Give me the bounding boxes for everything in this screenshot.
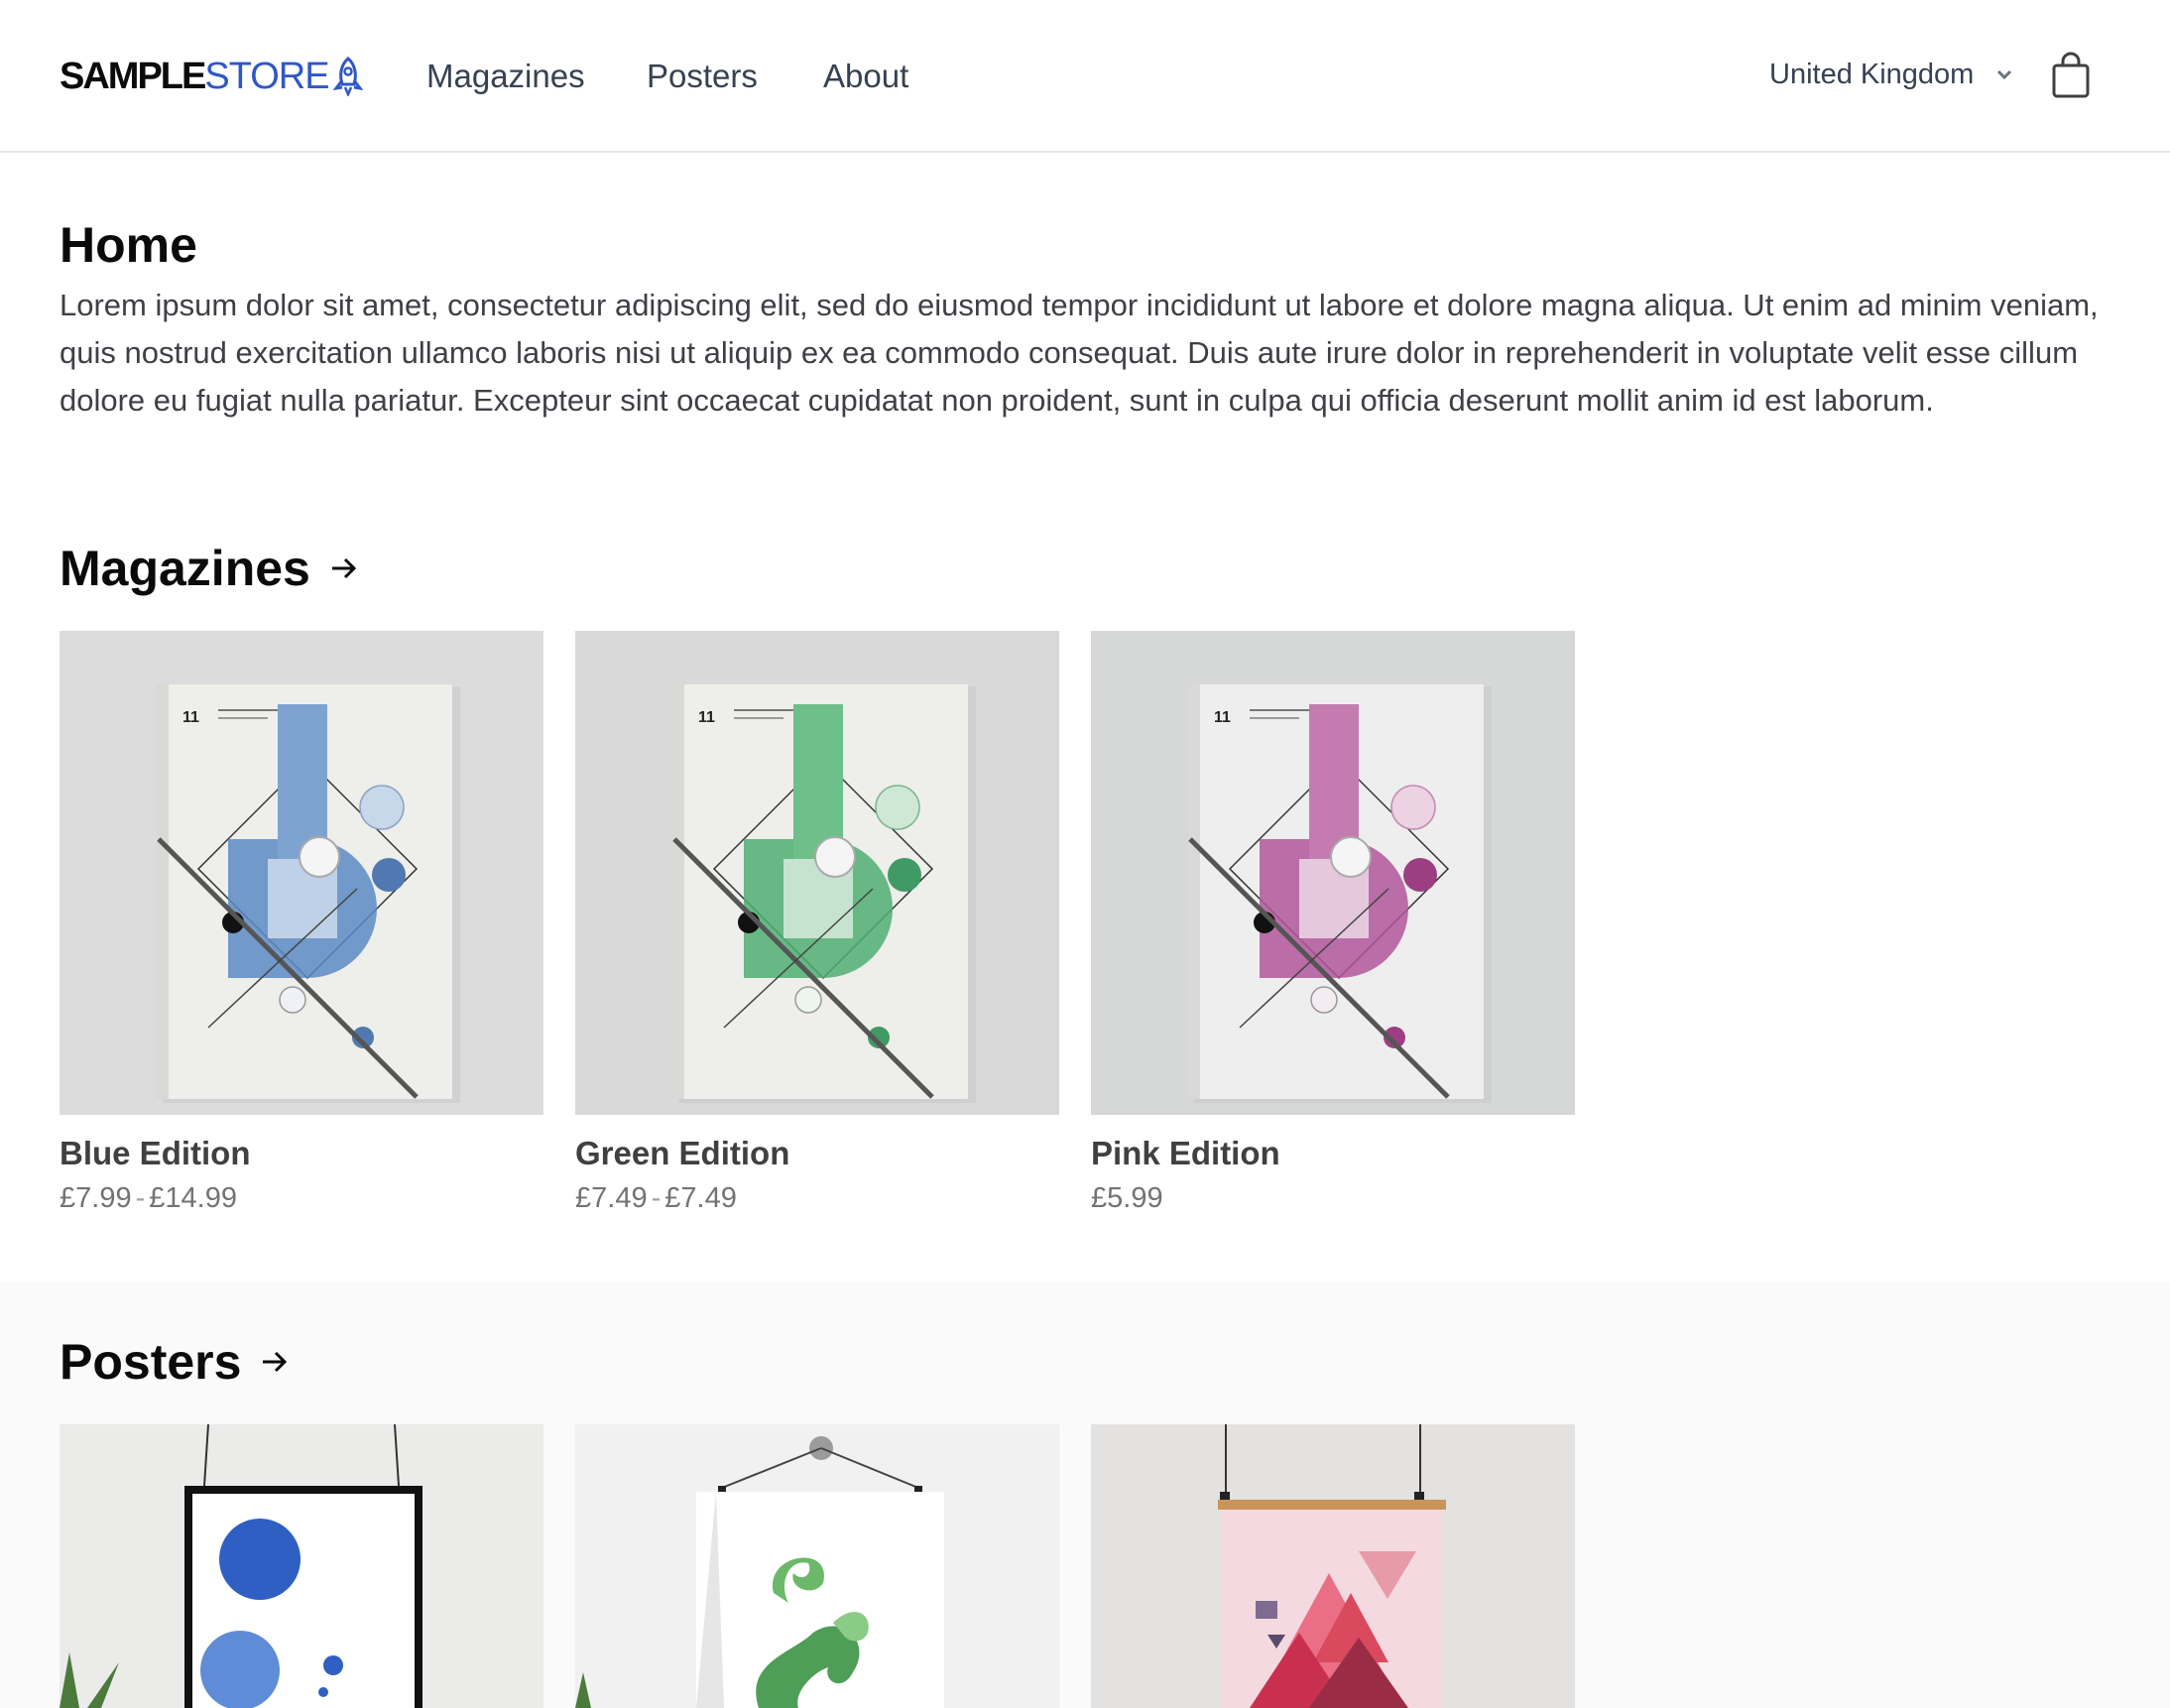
product-card-blue-edition[interactable]: 11 Blue Edition £7.99- £14.99 [60,631,543,1215]
chevron-down-icon [1997,69,2012,80]
svg-text:11: 11 [698,709,715,726]
product-price: £7.99- £14.99 [60,1182,543,1215]
top-navigation-bar: SAMPLE STORE Magazines Posters About Uni… [0,0,2170,153]
magazines-section-link[interactable]: Magazines [60,540,358,597]
page-title: Home [60,217,197,273]
price-separator: - [135,1182,146,1214]
product-price: £7.49- £7.49 [575,1182,1059,1215]
nav-link-about-label: About [823,58,909,94]
nav-link-magazines-label: Magazines [426,58,585,94]
poster-card-2[interactable] [575,1424,1059,1708]
store-logo[interactable]: SAMPLE STORE [60,52,363,101]
posters-section-title: Posters [60,1334,242,1390]
poster-image-1 [60,1424,543,1708]
product-name: Blue Edition [60,1135,251,1171]
nav-link-about[interactable]: About [823,52,908,101]
product-image-blue-edition: 11 [60,631,543,1115]
svg-text:11: 11 [1214,709,1231,726]
region-select[interactable]: United Kingdom [1769,50,2013,99]
price-from: £7.49 [575,1182,648,1214]
arrow-right-icon [331,557,356,579]
price-to: £14.99 [149,1182,237,1214]
poster-image-2 [575,1424,1059,1708]
product-card-green-edition[interactable]: 11 Green Edition £7.49- £7.49 [575,631,1059,1215]
nav-link-magazines[interactable]: Magazines [426,52,585,101]
nav-link-posters-label: Posters [647,58,758,94]
product-image-green-edition: 11 [575,631,1059,1115]
price-from: £5.99 [1091,1182,1163,1214]
price-separator: - [651,1182,662,1214]
rocket-icon [332,57,363,96]
product-name: Pink Edition [1091,1135,1280,1171]
poster-card-3[interactable] [1091,1424,1575,1708]
arrow-right-icon [263,1351,288,1373]
product-image-pink-edition: 11 [1091,631,1575,1115]
price-to: £7.49 [664,1182,737,1214]
price-from: £7.99 [60,1182,132,1214]
shopping-bag-icon[interactable] [2051,52,2091,99]
region-select-value: United Kingdom [1769,58,1975,90]
product-card-pink-edition[interactable]: 11 Pink Edition £5.99 [1091,631,1575,1215]
product-price: £5.99 [1091,1182,1575,1215]
svg-text:11: 11 [182,709,199,726]
nav-link-posters[interactable]: Posters [647,52,758,101]
logo-text-sample: SAMPLE [60,55,206,97]
poster-image-3 [1091,1424,1575,1708]
posters-section-link[interactable]: Posters [60,1333,289,1391]
product-name: Green Edition [575,1135,790,1171]
intro-paragraph: Lorem ipsum dolor sit amet, consectetur … [60,288,2099,418]
logo-text-store: STORE [204,55,329,97]
magazines-section-title: Magazines [60,541,310,596]
poster-card-1[interactable] [60,1424,543,1708]
